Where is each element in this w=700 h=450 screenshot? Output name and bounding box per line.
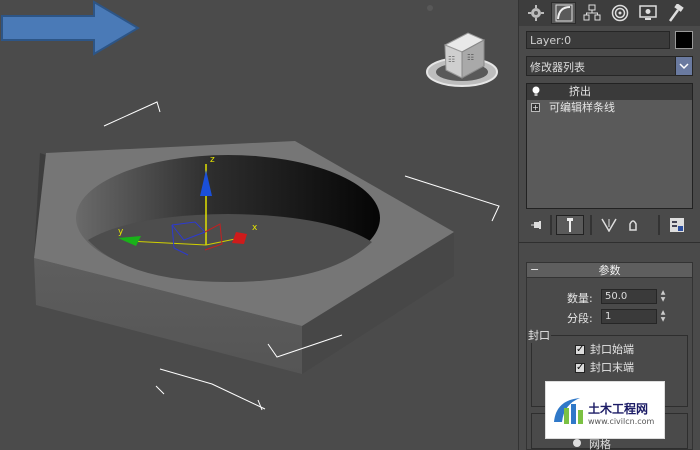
spinner-up-icon[interactable]: ▲ — [658, 309, 668, 316]
civilcn-logo-icon — [554, 398, 583, 424]
spinner-down-icon[interactable]: ▼ — [658, 296, 668, 303]
amount-spinner-arrows[interactable]: ▲ ▼ — [658, 289, 668, 304]
command-panel-tabs — [519, 0, 700, 26]
sun-gear-icon — [527, 5, 544, 21]
utilities-tab[interactable] — [663, 2, 688, 24]
amount-input[interactable]: 50.0 — [601, 289, 657, 304]
checkbox-checked-icon[interactable] — [575, 361, 585, 375]
axis-y-label: y — [118, 227, 124, 237]
pin-stack-icon[interactable] — [526, 215, 550, 235]
parameters-rollout-header[interactable]: − 参数 — [527, 263, 692, 278]
amount-label: 数量: — [567, 292, 593, 305]
create-tab[interactable] — [523, 2, 548, 24]
svg-text:☷: ☷ — [467, 53, 474, 62]
watermark-logo: 土木工程网 www.civilcn.com — [545, 381, 665, 439]
object-color-swatch[interactable] — [675, 31, 693, 49]
viewport-scene: z y x ☷ ☷ — [34, 5, 500, 411]
hierarchy-icon — [583, 4, 600, 21]
svg-text:☷: ☷ — [448, 55, 455, 64]
display-tab[interactable] — [635, 2, 660, 24]
object-name-field[interactable]: Layer:0 — [526, 31, 670, 49]
segments-label: 分段: — [567, 312, 593, 325]
spinner-down-icon[interactable]: ▼ — [658, 316, 668, 323]
hierarchy-tab[interactable] — [579, 2, 604, 24]
segments-spinner-arrows[interactable]: ▲ ▼ — [658, 309, 668, 324]
panel-divider — [519, 242, 700, 243]
make-unique-icon[interactable] — [596, 215, 622, 235]
stack-item-editable-spline[interactable]: + 可编辑样条线 — [527, 100, 692, 116]
lightbulb-icon[interactable] — [532, 86, 540, 97]
parameters-title: 参数 — [598, 264, 621, 277]
remove-modifier-icon[interactable] — [622, 215, 644, 235]
checkbox-checked-icon[interactable] — [575, 343, 585, 357]
motion-tab[interactable] — [607, 2, 632, 24]
stack-toolbar — [526, 214, 693, 236]
stack-item-extrude[interactable]: 挤出 — [527, 84, 692, 100]
cap-start-label: 封口始端 — [590, 343, 634, 356]
modifier-stack: 挤出 + 可编辑样条线 — [526, 83, 693, 209]
configure-sets-icon[interactable] — [666, 215, 688, 235]
spinner-up-icon[interactable]: ▲ — [658, 289, 668, 296]
perspective-viewport[interactable]: z y x ☷ ☷ — [0, 0, 518, 450]
callout-arrow-icon — [1, 0, 140, 56]
hammer-icon — [668, 4, 684, 22]
cap-end-label: 封口末端 — [590, 361, 634, 374]
stack-item-label: 可编辑样条线 — [549, 101, 615, 114]
modifier-list-dropdown[interactable]: 修改器列表 — [526, 56, 693, 76]
axis-x-label: x — [252, 223, 258, 233]
segments-input[interactable]: 1 — [601, 309, 657, 324]
motion-disc-icon — [611, 4, 628, 22]
radio-selected-icon[interactable] — [573, 439, 581, 447]
chevron-down-icon[interactable] — [675, 57, 692, 75]
modifier-list-label: 修改器列表 — [530, 61, 585, 74]
viewcube-icon[interactable]: ☷ ☷ — [426, 32, 498, 87]
modify-tab[interactable] — [551, 2, 576, 24]
expand-plus-icon[interactable]: + — [531, 103, 540, 112]
capping-title: 封口 — [527, 327, 551, 343]
monitor-icon — [638, 5, 657, 20]
watermark-text: 土木工程网 — [588, 402, 649, 416]
curve-bend-icon — [555, 4, 572, 22]
watermark-url: www.civilcn.com — [588, 417, 655, 426]
stack-item-label: 挤出 — [569, 85, 591, 98]
viewport-marker — [427, 5, 433, 11]
show-end-result-icon[interactable] — [556, 215, 584, 235]
axis-z-label: z — [210, 155, 215, 165]
